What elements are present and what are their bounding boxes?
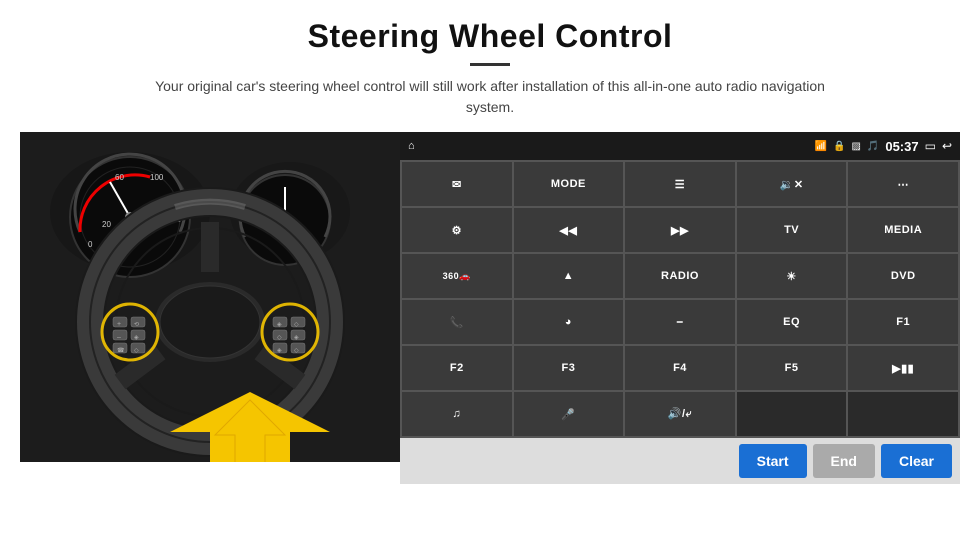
tv-btn[interactable]: TV	[737, 208, 847, 252]
radio-btn[interactable]: RADIO	[625, 254, 735, 298]
eject-btn[interactable]: ▲	[514, 254, 624, 298]
eq-btn[interactable]: EQ	[737, 300, 847, 344]
end-button[interactable]: End	[813, 444, 875, 478]
home-icon: ⌂	[408, 140, 415, 152]
sd-icon: ▨	[851, 141, 860, 152]
svg-text:+: +	[117, 321, 121, 328]
f2-btn[interactable]: F2	[402, 346, 512, 390]
status-right: 📶 🔒 ▨ 🎵 05:37 ▭ ↩	[815, 139, 952, 154]
media-btn[interactable]: MEDIA	[848, 208, 958, 252]
apps-btn[interactable]: ⋯	[848, 162, 958, 206]
svg-text:100: 100	[150, 173, 164, 182]
f3-btn[interactable]: F3	[514, 346, 624, 390]
svg-text:–: –	[117, 334, 121, 341]
lock-icon: 🔒	[833, 141, 845, 152]
screen-icon: ▭	[925, 139, 936, 153]
empty-btn2	[848, 392, 958, 436]
f4-btn[interactable]: F4	[625, 346, 735, 390]
mic-btn[interactable]: 🎤	[514, 392, 624, 436]
android-panel: ⌂ 📶 🔒 ▨ 🎵 05:37 ▭ ↩ ✉ MODE ☰ 🔉✕	[400, 132, 960, 484]
page-subtitle: Your original car's steering wheel contr…	[150, 76, 830, 118]
nav-btn[interactable]: ✉	[402, 162, 512, 206]
f5-btn[interactable]: F5	[737, 346, 847, 390]
svg-text:60: 60	[115, 173, 124, 182]
svg-text:20: 20	[102, 220, 111, 229]
vol-phone-btn[interactable]: 🔊/⤶	[625, 392, 735, 436]
mode-btn[interactable]: MODE	[514, 162, 624, 206]
svg-text:◈: ◈	[294, 335, 299, 341]
svg-text:◇: ◇	[134, 348, 139, 354]
start-button[interactable]: Start	[739, 444, 807, 478]
status-time: 05:37	[885, 139, 918, 154]
screen-mirror-btn[interactable]: ⎯	[625, 300, 735, 344]
page-wrapper: Steering Wheel Control Your original car…	[0, 0, 980, 544]
music-btn[interactable]: ♫	[402, 392, 512, 436]
prev-btn[interactable]: ◀◀	[514, 208, 624, 252]
brightness-btn[interactable]: ☀	[737, 254, 847, 298]
steering-wheel-image: 0 20 60 100 140	[20, 132, 400, 462]
dvd-btn[interactable]: DVD	[848, 254, 958, 298]
next-btn[interactable]: ▶▶	[625, 208, 735, 252]
bottom-action-bar: Start End Clear	[400, 438, 960, 484]
navi-btn[interactable]: ◕	[514, 300, 624, 344]
page-title: Steering Wheel Control	[308, 18, 673, 55]
bt-icon: 🎵	[867, 141, 879, 152]
title-divider	[470, 63, 510, 66]
list-btn[interactable]: ☰	[625, 162, 735, 206]
svg-text:◈: ◈	[134, 335, 139, 341]
360-btn[interactable]: 360🚗	[402, 254, 512, 298]
svg-text:◇: ◇	[294, 322, 299, 328]
svg-text:◇: ◇	[294, 348, 299, 354]
mute-btn[interactable]: 🔉✕	[737, 162, 847, 206]
svg-text:◈: ◈	[277, 322, 282, 328]
empty-btn1	[737, 392, 847, 436]
f1-btn[interactable]: F1	[848, 300, 958, 344]
play-pause-btn[interactable]: ▶▮▮	[848, 346, 958, 390]
svg-text:☎: ☎	[117, 347, 125, 354]
settings-btn[interactable]: ⚙	[402, 208, 512, 252]
content-row: 0 20 60 100 140	[20, 132, 960, 484]
status-bar: ⌂ 📶 🔒 ▨ 🎵 05:37 ▭ ↩	[400, 132, 960, 160]
button-grid: ✉ MODE ☰ 🔉✕ ⋯ ⚙ ◀◀ ▶▶ TV MEDIA 360🚗 ▲ RA…	[400, 160, 960, 438]
wifi-icon: 📶	[815, 141, 827, 152]
svg-text:⟲: ⟲	[134, 322, 139, 328]
svg-text:◇: ◇	[277, 335, 282, 341]
svg-text:◈: ◈	[277, 348, 282, 354]
clear-button[interactable]: Clear	[881, 444, 952, 478]
phone-btn[interactable]: 📞	[402, 300, 512, 344]
svg-text:0: 0	[88, 240, 93, 249]
status-left: ⌂	[408, 140, 415, 152]
back-icon: ↩	[942, 139, 952, 153]
